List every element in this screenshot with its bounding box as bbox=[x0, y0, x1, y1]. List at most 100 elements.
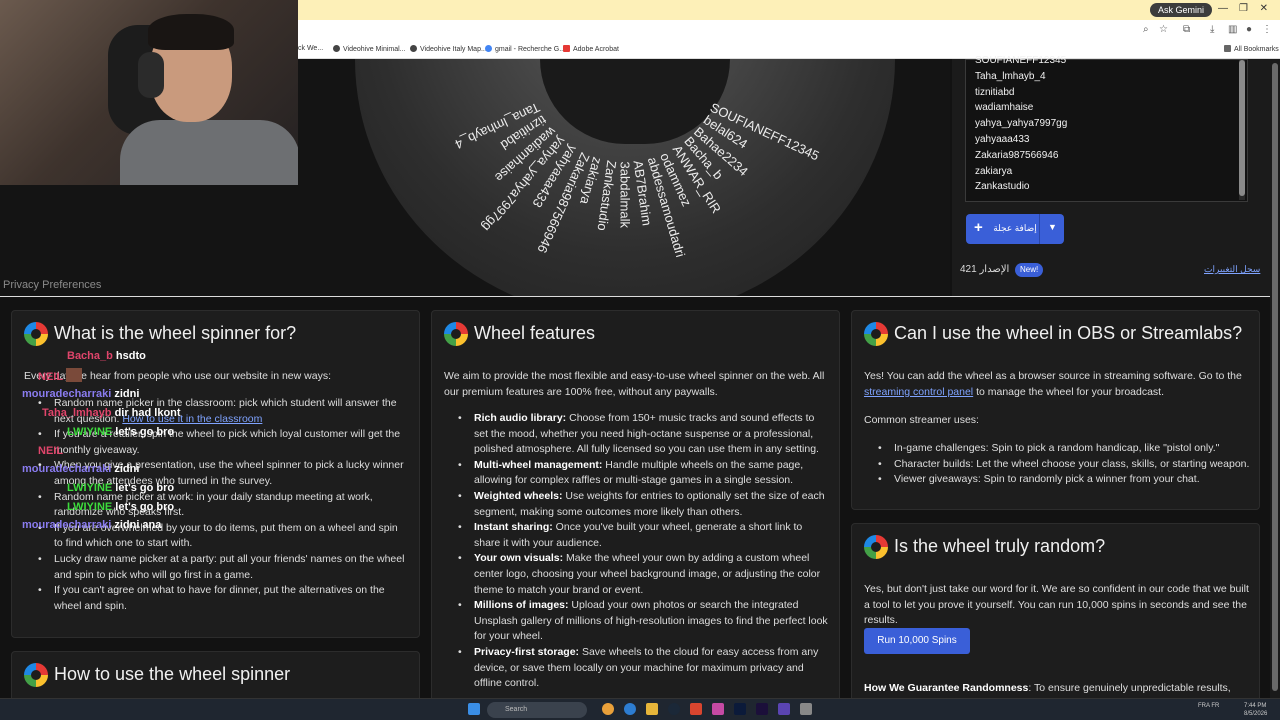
discord-icon[interactable] bbox=[778, 703, 790, 715]
bookmark-icon bbox=[333, 45, 340, 52]
menu-icon[interactable]: ⋮ bbox=[1262, 24, 1272, 35]
entries-scrollbar[interactable] bbox=[1239, 60, 1245, 200]
plus-icon: + bbox=[974, 219, 983, 236]
sidepanel-icon[interactable]: ▥ bbox=[1228, 24, 1237, 35]
webcam-overlay bbox=[0, 0, 298, 185]
random-paragraph: Yes, but don't just take our word for it… bbox=[864, 583, 1249, 627]
features-list: Rich audio library: Choose from 150+ mus… bbox=[458, 411, 829, 692]
card-title: How to use the wheel spinner bbox=[54, 664, 291, 684]
chevron-down-icon[interactable]: ▼ bbox=[1048, 222, 1057, 232]
entry-item[interactable]: Zakaria987566946 bbox=[975, 150, 1058, 161]
scrollbar-thumb[interactable] bbox=[1272, 63, 1278, 691]
wheel-logo-icon bbox=[864, 535, 888, 559]
add-wheel-button[interactable]: + إضافة عجلة ▼ bbox=[966, 214, 1064, 244]
photoshop-icon[interactable] bbox=[734, 703, 746, 715]
all-bookmarks[interactable]: All Bookmarks bbox=[1224, 45, 1279, 53]
list-item: If you are a retailer, spin the wheel to… bbox=[38, 427, 409, 458]
headphones-icon bbox=[138, 52, 164, 98]
clock-time[interactable]: 7:44 PM bbox=[1244, 703, 1266, 709]
streamer-hair bbox=[148, 14, 234, 50]
list-item: Lucky draw name picker at a party: put a… bbox=[38, 552, 409, 583]
classroom-link[interactable]: How to use it in the classroom bbox=[122, 413, 262, 425]
entry-item[interactable]: Zankastudio bbox=[975, 181, 1029, 192]
version-label: 421 الإصدار bbox=[960, 264, 1010, 275]
acrobat-icon bbox=[563, 45, 570, 52]
photos-icon[interactable] bbox=[712, 703, 724, 715]
card-title: Is the wheel truly random? bbox=[894, 536, 1106, 556]
close-icon[interactable]: ✕ bbox=[1260, 3, 1268, 14]
bookmark-item[interactable]: ck We... bbox=[298, 45, 323, 52]
bookmark-icon bbox=[410, 45, 417, 52]
list-item: Character builds: Let the wheel choose y… bbox=[878, 457, 1254, 473]
privacy-preferences-link[interactable]: Privacy Preferences bbox=[3, 279, 101, 291]
bookmark-item[interactable]: Videohive Italy Map... bbox=[410, 45, 487, 53]
scrollbar-thumb[interactable] bbox=[1239, 60, 1245, 196]
wheel-logo-icon bbox=[444, 322, 468, 346]
minimize-icon[interactable]: — bbox=[1218, 3, 1228, 14]
feature-item: Instant sharing: Once you've built your … bbox=[458, 520, 829, 551]
list-item: Random name picker in the classroom: pic… bbox=[38, 396, 409, 427]
feature-item: Rich audio library: Choose from 150+ mus… bbox=[458, 411, 829, 458]
download-icon[interactable]: ⤓ bbox=[1210, 24, 1214, 35]
wheel-segment-label: 3abdalmalk bbox=[617, 161, 633, 229]
wheel-logo-icon bbox=[864, 322, 888, 346]
card-title: Wheel features bbox=[474, 323, 596, 343]
card-what-is-wheel: What is the wheel spinner for? Every day… bbox=[11, 310, 420, 638]
card-intro: Every day we hear from people who use ou… bbox=[24, 370, 331, 382]
add-wheel-label: إضافة عجلة bbox=[993, 223, 1037, 233]
list-item: In-game challenges: Spin to pick a rando… bbox=[878, 441, 1254, 457]
ask-gemini-button[interactable]: Ask Gemini bbox=[1149, 3, 1212, 17]
entries-list[interactable]: SOUFIANEFF12345 Taha_lmhayb_4 tiznitiabd… bbox=[965, 55, 1248, 202]
folder-icon bbox=[1224, 45, 1231, 52]
list-item: Viewer giveaways: Spin to randomly pick … bbox=[878, 472, 1254, 488]
windows-start-icon[interactable] bbox=[468, 703, 480, 715]
feature-item: Weighted wheels: Use weights for entries… bbox=[458, 489, 829, 520]
restore-icon[interactable]: ❐ bbox=[1239, 3, 1248, 14]
feature-item: Multi-wheel management: Handle multiple … bbox=[458, 458, 829, 489]
section-divider bbox=[0, 296, 1280, 297]
bookmark-item[interactable]: gmail - Recherche G... bbox=[485, 45, 565, 53]
premiere-icon[interactable] bbox=[756, 703, 768, 715]
entry-item[interactable]: Taha_lmhayb_4 bbox=[975, 71, 1046, 82]
google-icon bbox=[485, 45, 492, 52]
card-title: Can I use the wheel in OBS or Streamlabs… bbox=[894, 323, 1243, 343]
run-spins-button[interactable]: Run 10,000 Spins bbox=[864, 628, 970, 654]
card-intro: We aim to provide the most flexible and … bbox=[444, 370, 825, 398]
list-item: If you can't agree on what to have for d… bbox=[38, 583, 409, 614]
steam-icon[interactable] bbox=[668, 703, 680, 715]
chrome-icon[interactable] bbox=[602, 703, 614, 715]
bookmark-item[interactable]: Adobe Acrobat bbox=[563, 45, 619, 53]
language-indicator[interactable]: FRA FR bbox=[1198, 703, 1219, 709]
app-icon[interactable] bbox=[690, 703, 702, 715]
extensions-icon[interactable]: ⧉ bbox=[1183, 24, 1190, 35]
explorer-icon[interactable] bbox=[646, 703, 658, 715]
edge-icon[interactable] bbox=[624, 703, 636, 715]
wheel-logo-icon bbox=[24, 322, 48, 346]
list-item: Random name picker at work: in your dail… bbox=[38, 490, 409, 521]
clock-date[interactable]: 8/5/2026 bbox=[1244, 711, 1267, 717]
feature-item: Millions of images: Upload your own phot… bbox=[458, 598, 829, 645]
card-title: What is the wheel spinner for? bbox=[54, 323, 297, 343]
list-item: When you give a presentation, use the wh… bbox=[38, 458, 409, 489]
entry-item[interactable]: yahyaaa433 bbox=[975, 134, 1030, 145]
star-icon[interactable]: ☆ bbox=[1159, 24, 1168, 35]
card-truly-random: Is the wheel truly random? Yes, but don'… bbox=[851, 523, 1260, 711]
entry-item[interactable]: SOUFIANEFF12345 bbox=[975, 55, 1066, 66]
use-case-list: Random name picker in the classroom: pic… bbox=[38, 396, 409, 614]
bookmark-item[interactable]: Videohive Minimal... bbox=[333, 45, 406, 53]
obs-paragraph: Yes! You can add the wheel as a browser … bbox=[864, 370, 1242, 398]
profile-icon[interactable]: ● bbox=[1246, 24, 1252, 35]
entry-item[interactable]: zakiarya bbox=[975, 166, 1012, 177]
button-divider bbox=[1039, 214, 1040, 244]
page-scrollbar[interactable] bbox=[1270, 59, 1280, 698]
taskbar-search[interactable]: Search bbox=[487, 702, 587, 718]
zoom-icon[interactable]: ⌕ bbox=[1143, 24, 1149, 35]
entry-item[interactable]: yahya_yahya7997gg bbox=[975, 118, 1067, 129]
changelog-link[interactable]: سجل التغييرات bbox=[1204, 264, 1260, 275]
entry-item[interactable]: wadiamhaise bbox=[975, 102, 1033, 113]
entry-item[interactable]: tiznitiabd bbox=[975, 87, 1014, 98]
feature-item: Your own visuals: Make the wheel your ow… bbox=[458, 551, 829, 598]
streaming-control-panel-link[interactable]: streaming control panel bbox=[864, 386, 973, 398]
card-obs-streamlabs: Can I use the wheel in OBS or Streamlabs… bbox=[851, 310, 1260, 510]
calculator-icon[interactable] bbox=[800, 703, 812, 715]
